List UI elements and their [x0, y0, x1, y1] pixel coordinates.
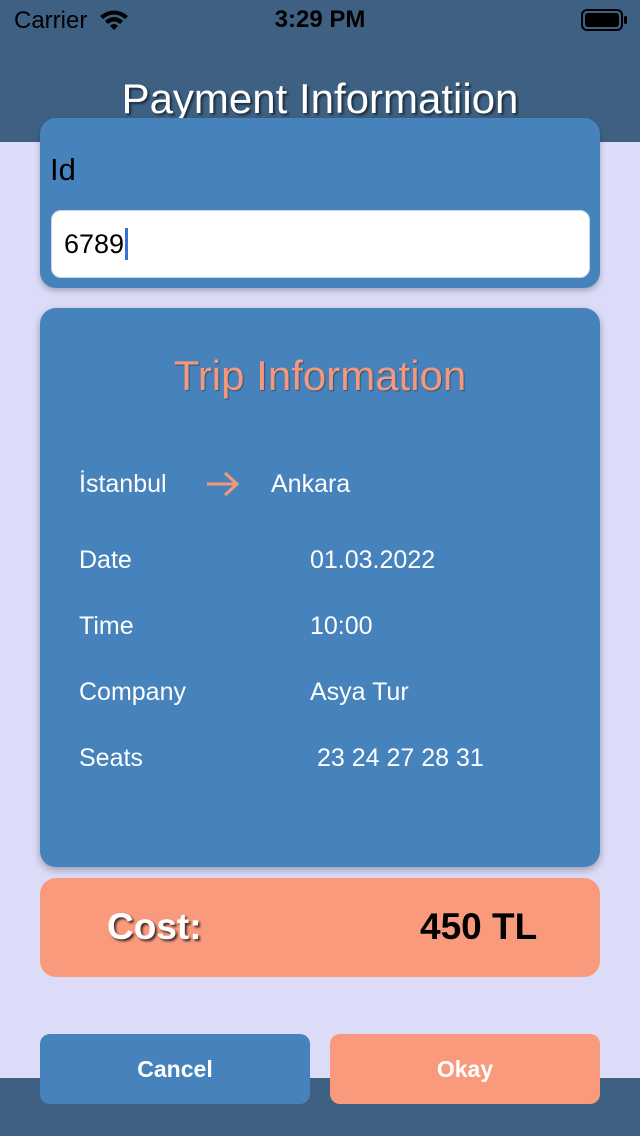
id-input[interactable]: 6789	[51, 210, 590, 278]
id-input-value: 6789	[64, 228, 125, 259]
date-label: Date	[79, 546, 132, 574]
cost-value: 450 TL	[420, 906, 538, 947]
id-label: Id	[50, 152, 76, 187]
seats-label: Seats	[79, 744, 143, 772]
seats-value: 23 24 27 28 31	[317, 744, 484, 772]
cancel-button[interactable]: Cancel	[40, 1034, 310, 1104]
okay-button[interactable]: Okay	[330, 1034, 600, 1104]
route-to: Ankara	[271, 470, 351, 498]
battery-full-icon	[581, 9, 627, 31]
arrow-right-icon	[207, 471, 240, 497]
route-from: İstanbul	[79, 470, 167, 498]
company-label: Company	[79, 678, 186, 706]
text-caret	[125, 228, 129, 260]
company-value: Asya Tur	[310, 678, 409, 706]
page-title: Payment Informatiion	[121, 75, 519, 122]
time-value: 10:00	[310, 612, 373, 640]
trip-info-title: Trip Information	[173, 352, 467, 399]
time-label: Time	[79, 612, 134, 640]
date-value: 01.03.2022	[310, 546, 436, 574]
cost-label: Cost:	[107, 906, 202, 947]
status-bar: Carrier 3:29 PM	[0, 0, 640, 40]
status-time: 3:29 PM	[274, 6, 366, 33]
